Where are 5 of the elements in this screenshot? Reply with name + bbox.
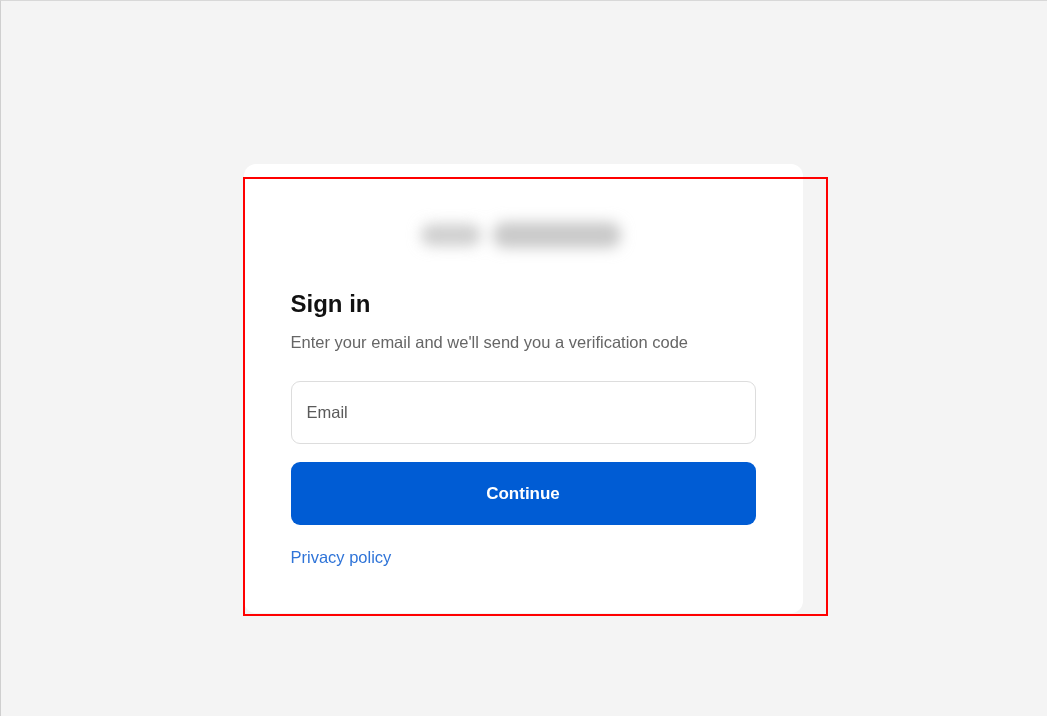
privacy-policy-link[interactable]: Privacy policy xyxy=(290,548,392,566)
sign-in-title: Sign in xyxy=(290,289,372,319)
continue-button[interactable]: Continue xyxy=(290,462,756,525)
email-field[interactable]: Email xyxy=(290,381,756,444)
sign-in-subtitle: Enter your email and we'll send you a verification code xyxy=(290,332,690,353)
